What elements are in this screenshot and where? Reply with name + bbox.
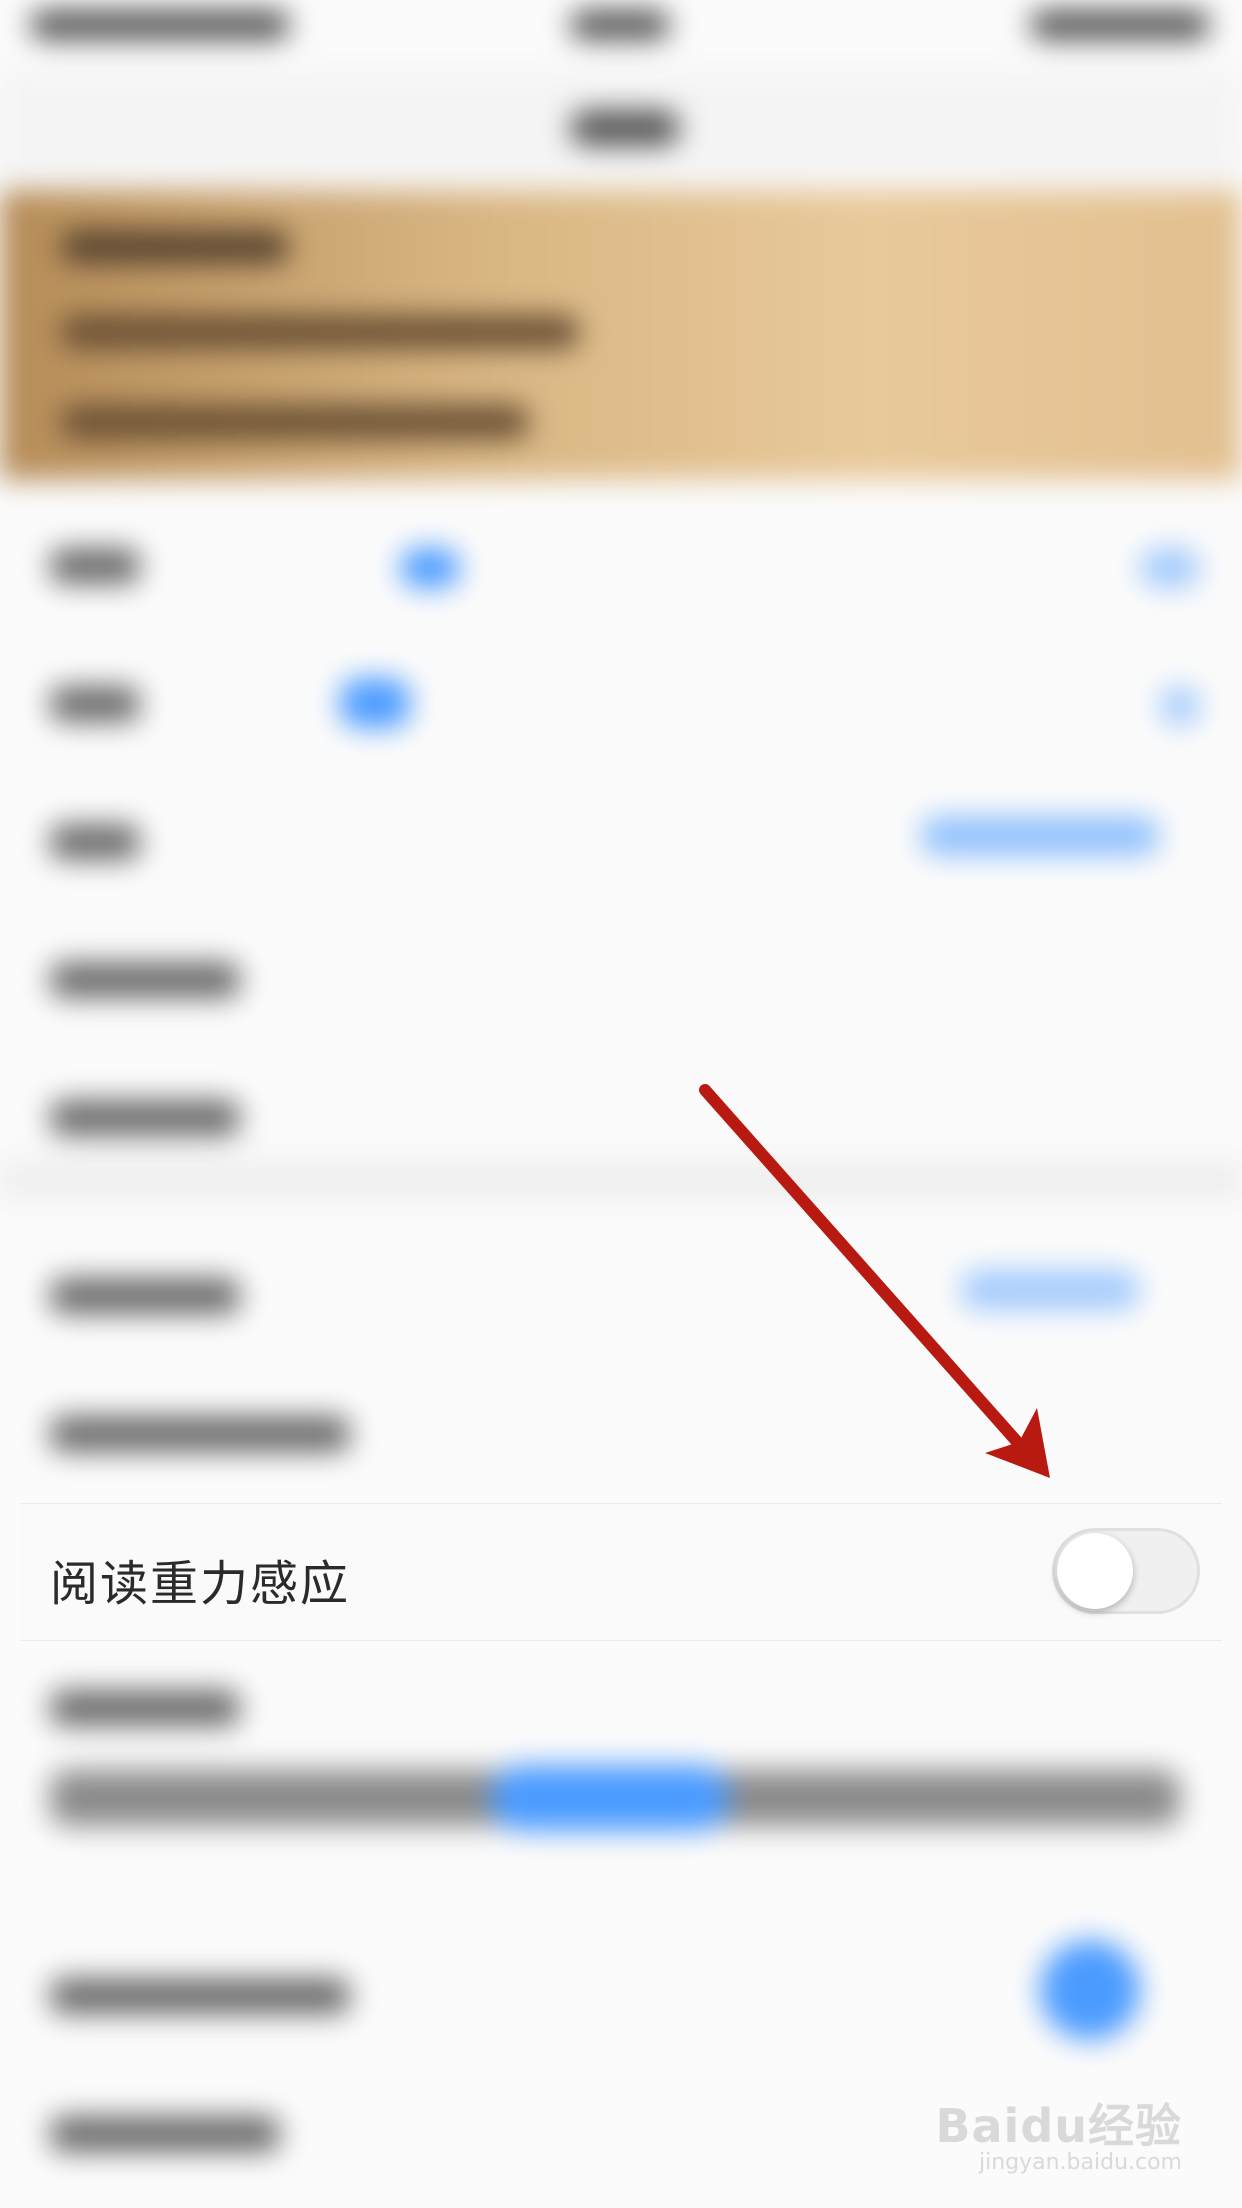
baidu-jingyan-watermark: Baidu经验 jingyan.baidu.com: [935, 2068, 1182, 2178]
watermark-url: jingyan.baidu.com: [978, 2150, 1182, 2175]
annotation-arrow-icon: [699, 1084, 1050, 1478]
watermark-brand: Baidu经验: [935, 2099, 1182, 2153]
